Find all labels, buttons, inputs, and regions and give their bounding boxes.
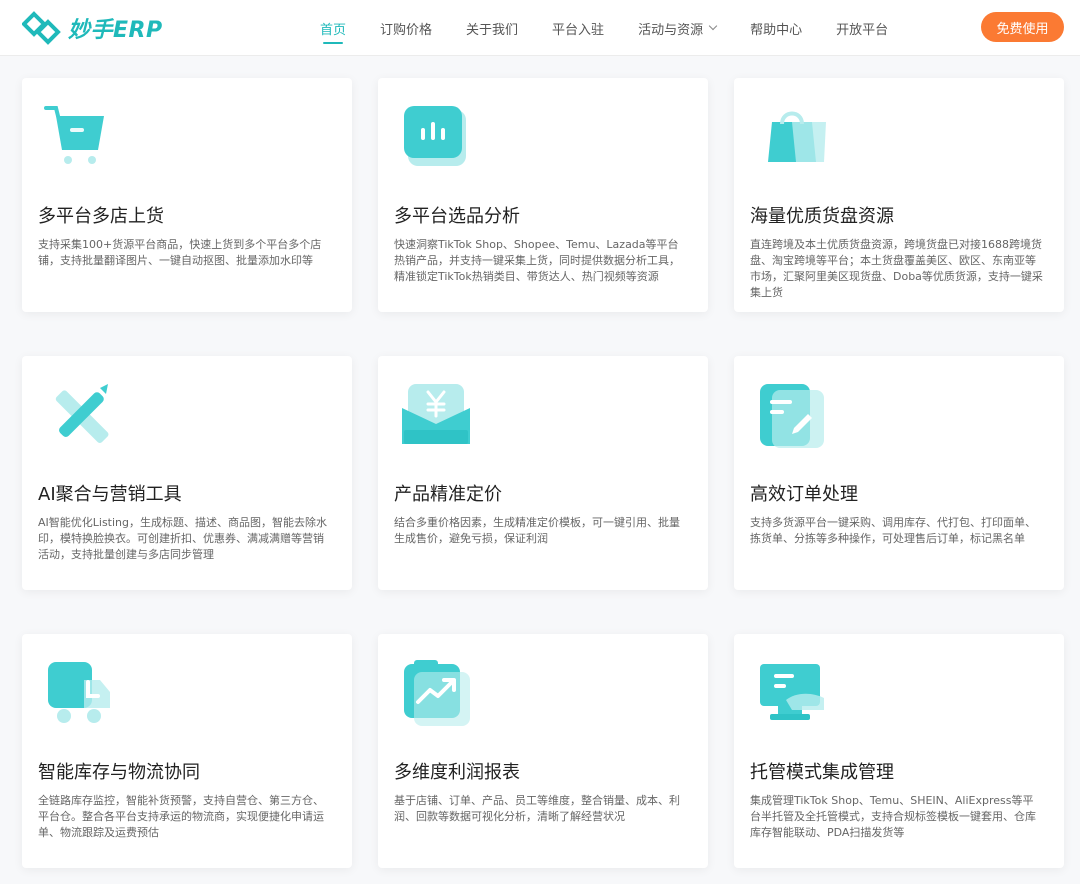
nav-item-activities[interactable]: 活动与资源 (638, 0, 718, 56)
free-trial-button[interactable]: 免费使用 (981, 12, 1064, 42)
feature-title: 多维度利润报表 (394, 762, 520, 783)
feature-card-hosted-mode[interactable]: 托管模式集成管理 集成管理TikTok Shop、Temu、SHEIN、AliE… (734, 634, 1064, 868)
feature-title: 智能库存与物流协同 (38, 762, 200, 783)
nav-item-about[interactable]: 关于我们 (466, 0, 518, 56)
nav-item-help[interactable]: 帮助中心 (750, 0, 802, 56)
feature-card-multi-store-listing[interactable]: 多平台多店上货 支持采集100+货源平台商品，快速上货到多个平台多个店铺，支持批… (22, 78, 352, 312)
top-navbar: 妙手ERP 首页 订购价格 关于我们 平台入驻 活动与资源 帮助中心 开放平台 … (0, 0, 1080, 56)
hosted-management-icon (760, 664, 824, 720)
feature-card-pricing[interactable]: 产品精准定价 结合多重价格因素，生成精准定价模板，可一键引用、批量生成售价，避免… (378, 356, 708, 590)
shopping-cart-icon (44, 106, 104, 164)
logo-mark-icon (22, 11, 61, 45)
feature-card-profit-report[interactable]: 多维度利润报表 基于店铺、订单、产品、员工等维度，整合销量、成本、利润、回款等数… (378, 634, 708, 868)
nav-label: 活动与资源 (638, 22, 704, 38)
nav-label: 首页 (320, 22, 347, 38)
feature-title: 海量优质货盘资源 (750, 206, 894, 227)
shopping-bag-icon (768, 111, 826, 162)
feature-description: 结合多重价格因素，生成精准定价模板，可一键引用、批量生成售价，避免亏损，保证利润 (394, 516, 680, 545)
feature-title: 托管模式集成管理 (750, 762, 894, 783)
feature-card-product-analysis[interactable]: 多平台选品分析 快速洞察TikTok Shop、Shopee、Temu、Laza… (378, 78, 708, 312)
order-edit-icon (760, 384, 824, 448)
feature-description: 支持采集100+货源平台商品，快速上货到多个平台多个店铺，支持批量翻译图片、一键… (38, 238, 322, 267)
feature-title: 多平台选品分析 (394, 206, 520, 227)
nav-label: 订购价格 (380, 22, 433, 38)
feature-title: 产品精准定价 (394, 484, 502, 505)
feature-description: AI智能优化Listing，生成标题、描述、商品图，智能去除水印，模特换脸换衣。… (38, 516, 328, 561)
feature-description: 全链路库存监控，智能补货预警，支持自营仓、第三方仓、平台仓。整合各平台支持承运的… (38, 794, 324, 839)
pen-ruler-icon (55, 384, 109, 444)
nav-label: 平台入驻 (552, 22, 605, 38)
nav-item-open-platform[interactable]: 开放平台 (836, 0, 888, 56)
feature-description: 直连跨境及本土优质货盘资源，跨境货盘已对接1688跨境货盘、淘宝跨境等平台；本土… (750, 238, 1043, 299)
feature-title: AI聚合与营销工具 (38, 484, 182, 505)
nav-label: 开放平台 (836, 22, 889, 38)
feature-description: 支持多货源平台一键采购、调用库存、代打包、打印面单、拣货单、分拣等多种操作，可处… (750, 516, 1036, 545)
feature-card-inventory-logistics[interactable]: 智能库存与物流协同 全链路库存监控，智能补货预警，支持自营仓、第三方仓、平台仓。… (22, 634, 352, 868)
feature-description: 基于店铺、订单、产品、员工等维度，整合销量、成本、利润、回款等数据可视化分析，清… (394, 794, 680, 823)
feature-description: 快速洞察TikTok Shop、Shopee、Temu、Lazada等平台热销产… (394, 238, 680, 283)
chevron-down-icon (708, 21, 718, 31)
feature-card-order-processing[interactable]: 高效订单处理 支持多货源平台一键采购、调用库存、代打包、打印面单、拣货单、分拣等… (734, 356, 1064, 590)
feature-description: 集成管理TikTok Shop、Temu、SHEIN、AliExpress等平台… (750, 794, 1036, 839)
feature-card-supply-resources[interactable]: 海量优质货盘资源 直连跨境及本土优质货盘资源，跨境货盘已对接1688跨境货盘、淘… (734, 78, 1064, 312)
main-nav: 首页 订购价格 关于我们 平台入驻 活动与资源 帮助中心 开放平台 (320, 0, 922, 56)
feature-title: 多平台多店上货 (38, 206, 164, 227)
brand-logo[interactable]: 妙手ERP (22, 10, 163, 46)
nav-item-pricing[interactable]: 订购价格 (380, 0, 432, 56)
feature-title: 高效订单处理 (750, 484, 858, 505)
trend-report-icon (404, 660, 470, 726)
nav-label: 关于我们 (466, 22, 519, 38)
nav-label: 帮助中心 (750, 22, 803, 38)
yuan-price-icon (402, 384, 470, 444)
bar-chart-icon (404, 106, 466, 166)
delivery-truck-icon (48, 662, 110, 723)
brand-name: 妙手ERP (68, 18, 163, 43)
feature-card-ai-marketing[interactable]: AI聚合与营销工具 AI智能优化Listing，生成标题、描述、商品图，智能去除… (22, 356, 352, 590)
nav-item-platform-join[interactable]: 平台入驻 (552, 0, 604, 56)
nav-item-home[interactable]: 首页 (320, 0, 346, 56)
